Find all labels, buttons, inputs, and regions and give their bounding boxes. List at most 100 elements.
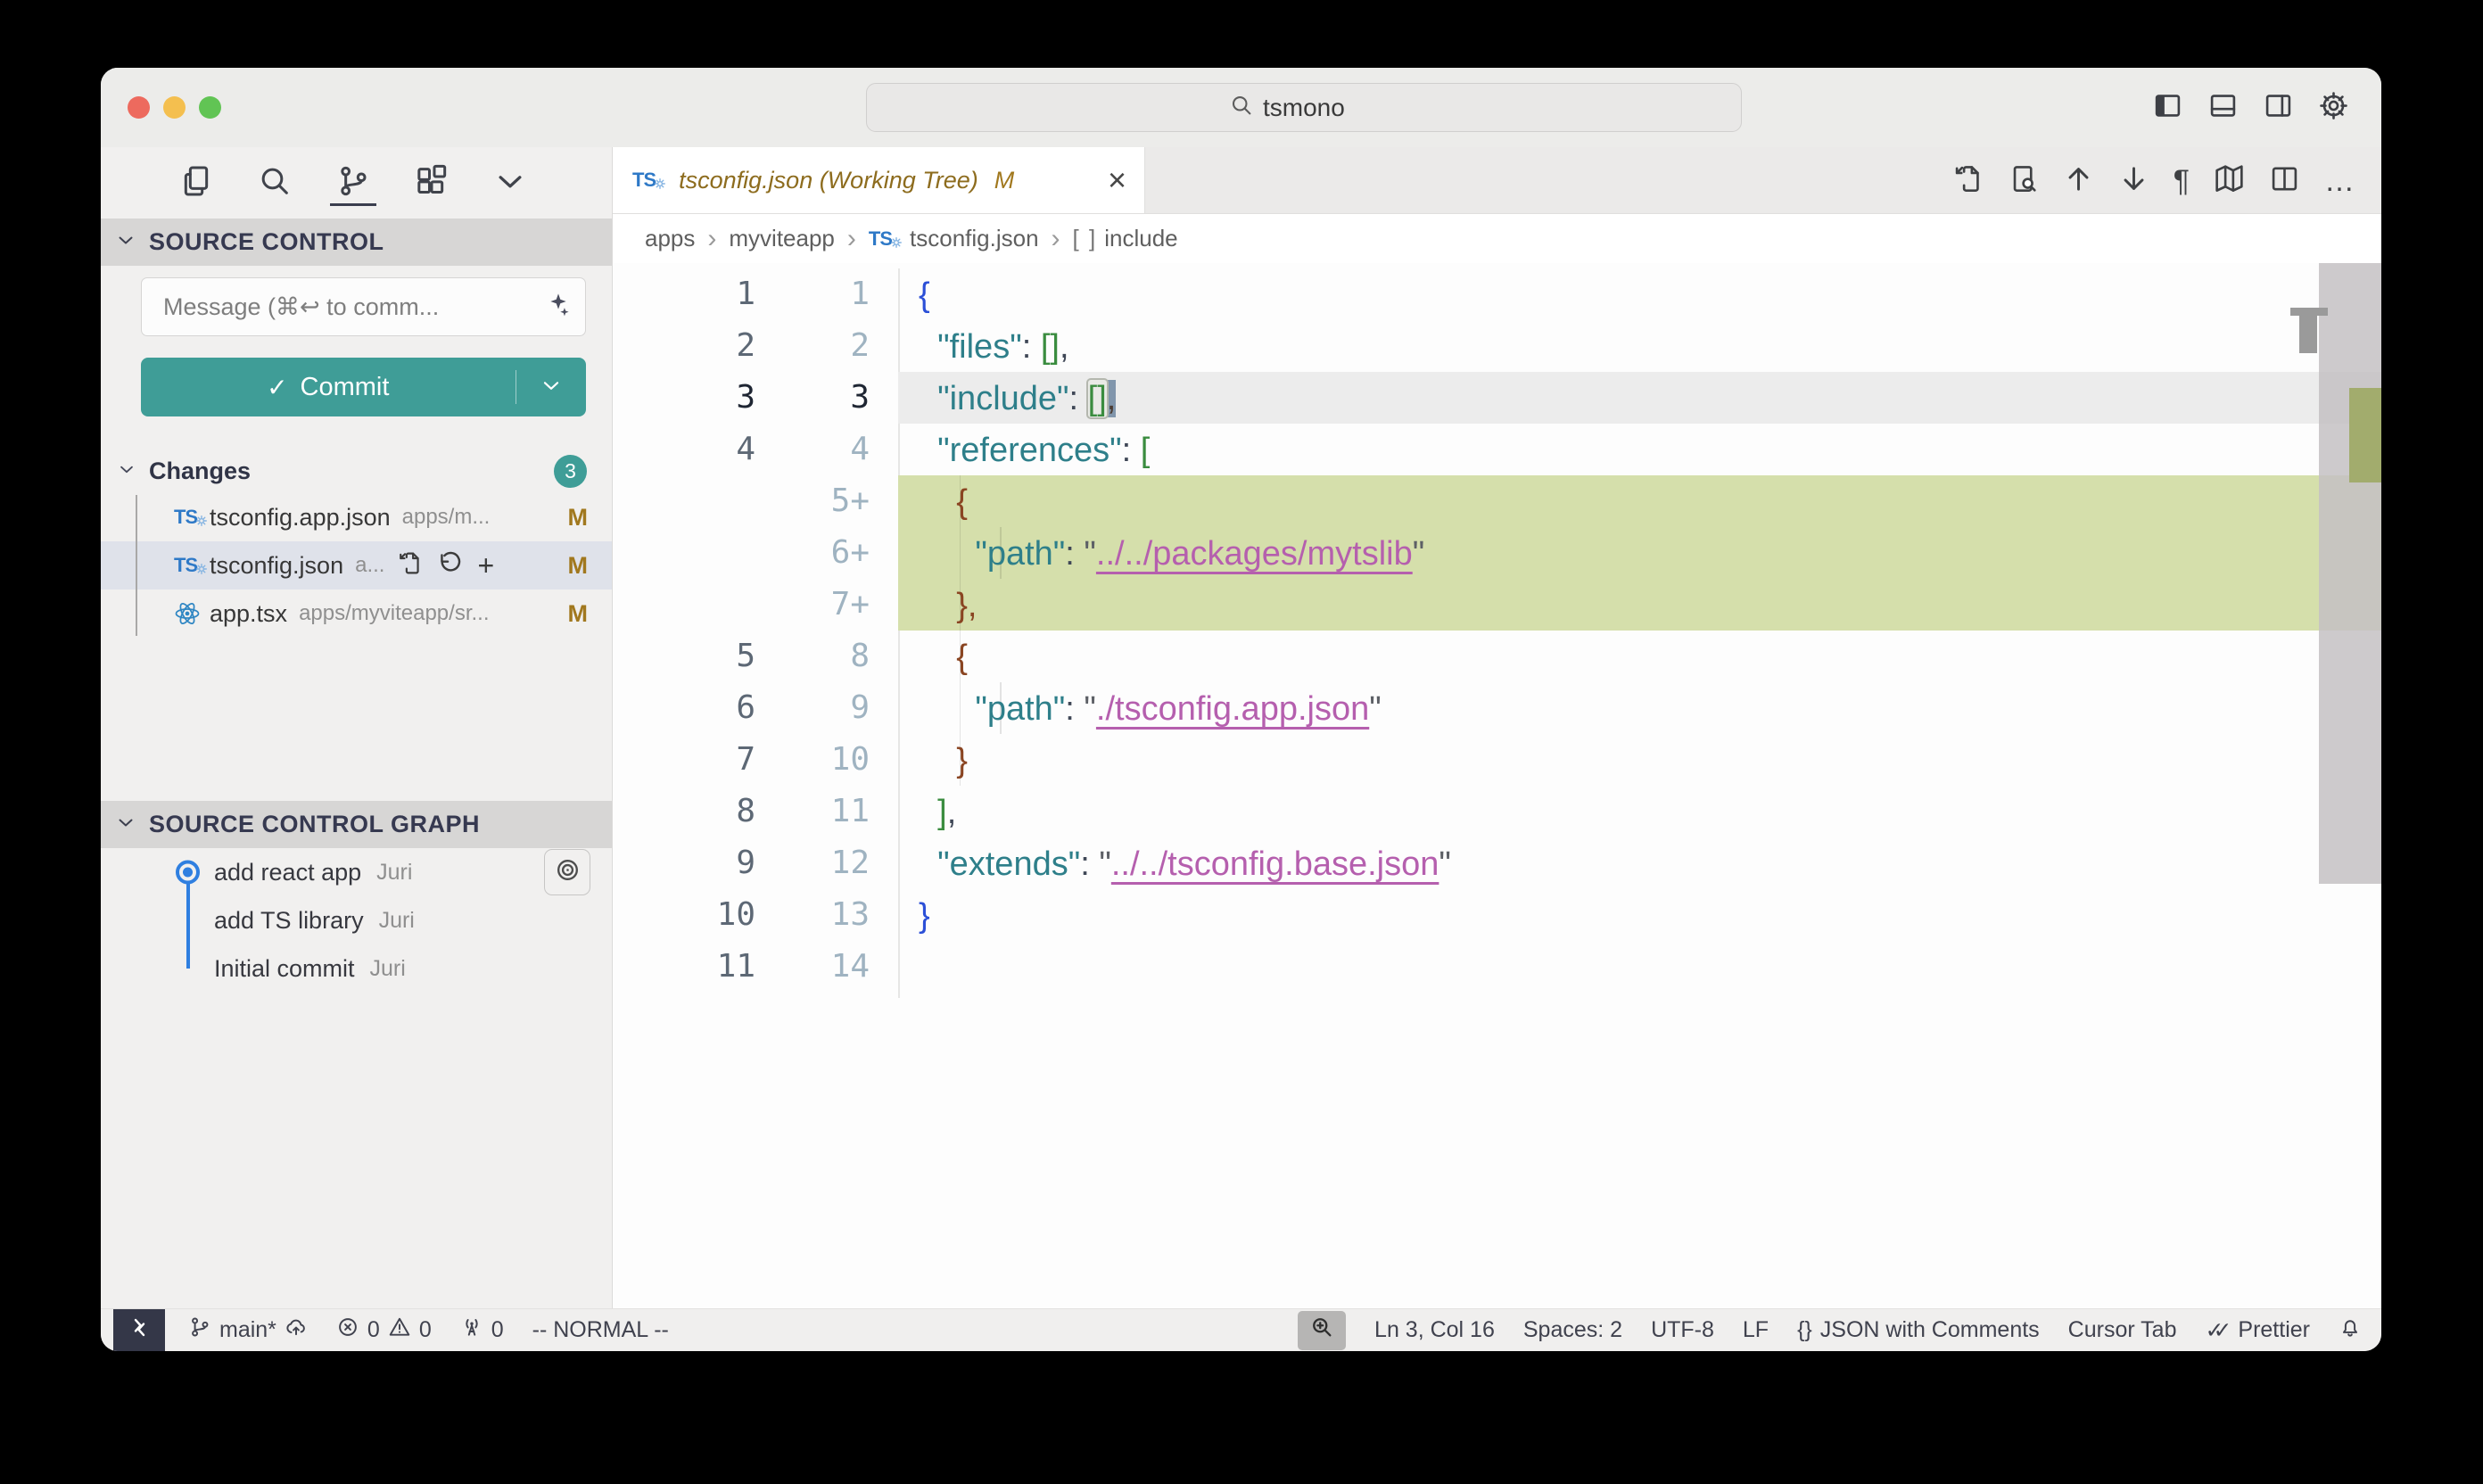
code-text: ], — [919, 786, 956, 837]
commit-row-3[interactable]: Initial commitJuri — [101, 944, 612, 993]
line-number-modified: 11 — [755, 786, 870, 837]
code-token: " — [1084, 690, 1096, 728]
code-text: "extends": "../../tsconfig.base.json" — [919, 837, 1451, 889]
code-token — [919, 742, 956, 779]
command-center-search[interactable] — [866, 83, 1742, 132]
ts-icon: TS — [174, 556, 210, 575]
code-token — [919, 328, 937, 366]
status-right-group: Ln 3, Col 16 Spaces: 2 UTF-8 LF {}JSON with … — [1298, 1311, 2362, 1350]
code-token — [919, 690, 975, 728]
search-editor-button[interactable] — [2008, 163, 2039, 199]
arrow-up-button[interactable] — [2063, 163, 2094, 199]
ts-icon: TS — [869, 229, 903, 249]
activity-item-search[interactable] — [255, 156, 294, 210]
remote-indicator[interactable] — [113, 1309, 165, 1352]
status-item-vim-mode[interactable]: -- NORMAL -- — [532, 1317, 669, 1343]
zoom-window-button[interactable] — [199, 96, 221, 119]
status-item-problems[interactable]: 00 — [336, 1315, 432, 1345]
activity-item-more[interactable] — [491, 156, 530, 210]
file-name: tsconfig.app.json — [210, 504, 391, 532]
code-line-13: 1013} — [613, 889, 2381, 941]
code-token: " — [1084, 535, 1096, 573]
code-line-10: 710 } — [613, 734, 2381, 786]
toggle-layout-sidebar-left-button[interactable] — [2152, 90, 2183, 126]
status-item-ports[interactable]: 0 — [460, 1315, 504, 1345]
activity-item-source-control[interactable] — [334, 156, 373, 210]
breadcrumb-item-apps[interactable]: apps — [645, 225, 695, 252]
toggle-layout-panel-button[interactable] — [2207, 90, 2239, 126]
split-editor-button[interactable] — [2269, 163, 2300, 199]
vim-block-cursor: , — [1107, 380, 1117, 417]
file-path: apps/myviteapp/sr... — [299, 601, 489, 626]
code-line-9: 69 "path": "./tsconfig.app.json" — [613, 682, 2381, 734]
close-window-button[interactable] — [128, 96, 150, 119]
title-bar — [101, 68, 2381, 147]
status-item-branch[interactable]: main* — [188, 1315, 308, 1345]
commit-button[interactable]: ✓ Commit — [141, 373, 516, 402]
file-row-tsconfig.json[interactable]: TStsconfig.jsona...+M — [101, 541, 612, 589]
line-number-modified: 8 — [755, 631, 870, 682]
status-item-cursor-tab[interactable]: Cursor Tab — [2068, 1317, 2177, 1343]
status-item-language-mode[interactable]: {}JSON with Comments — [1797, 1317, 2040, 1343]
status-item-cursor-position[interactable]: Ln 3, Col 16 — [1374, 1317, 1495, 1343]
code-token: " — [1439, 845, 1451, 883]
stage-button[interactable]: + — [477, 551, 494, 580]
search-input[interactable] — [1263, 94, 1379, 122]
code-token — [1078, 380, 1088, 417]
toggle-layout-sidebar-right-button[interactable] — [2263, 90, 2294, 126]
open-file-button[interactable] — [397, 550, 423, 581]
vertical-scrollbar[interactable] — [2319, 263, 2381, 884]
commit-row-1[interactable]: add react appJuri — [101, 848, 612, 896]
modified-badge: M — [568, 600, 589, 628]
line-number-modified: 6+ — [755, 527, 870, 579]
minimize-window-button[interactable] — [163, 96, 186, 119]
activity-item-explorer[interactable] — [177, 156, 216, 210]
layout-sidebar-left-icon — [2152, 110, 2183, 125]
close-icon[interactable]: × — [1108, 164, 1126, 196]
breadcrumb-label: apps — [645, 225, 695, 252]
activity-bar — [101, 147, 612, 218]
chevron-down-icon — [117, 459, 136, 483]
line-background — [898, 475, 2381, 527]
more-icon: … — [2324, 164, 2355, 198]
code-editor[interactable]: 11{22 "files": [],33 "include": [],44 "r… — [613, 263, 2381, 1308]
sparkle-icon[interactable] — [542, 291, 571, 324]
changes-section-header[interactable]: Changes 3 — [101, 449, 612, 493]
map-button[interactable] — [2214, 163, 2245, 199]
line-number-original: 7 — [613, 734, 755, 786]
tab-tsconfig-working-tree[interactable]: TS tsconfig.json (Working Tree) M × — [613, 147, 1145, 213]
breadcrumb-item-myviteapp[interactable]: myviteapp — [729, 225, 835, 252]
chevron-down-icon — [115, 812, 136, 837]
code-line-14: 1114 — [613, 941, 2381, 993]
goto-head-button[interactable] — [544, 849, 590, 895]
code-token — [1131, 432, 1141, 469]
source-control-section-header[interactable]: SOURCE CONTROL — [101, 218, 612, 266]
pilcrow-button[interactable]: ¶ — [2174, 166, 2190, 196]
code-text: { — [919, 631, 968, 682]
breadcrumb-item-tsconfig.json[interactable]: TStsconfig.json — [869, 225, 1039, 252]
commit-row-2[interactable]: add TS libraryJuri — [101, 896, 612, 944]
open-file-button[interactable] — [1952, 163, 1984, 199]
commit-dropdown-button[interactable] — [516, 374, 586, 401]
code-token: " — [1413, 535, 1425, 573]
discard-button[interactable] — [437, 550, 463, 581]
code-lines: 11{22 "files": [],33 "include": [],44 "r… — [613, 268, 2381, 993]
file-row-app.tsx[interactable]: app.tsxapps/myviteapp/sr...M — [101, 589, 612, 638]
status-item-notifications[interactable] — [2339, 1315, 2362, 1345]
chevron-down-icon — [540, 374, 563, 401]
status-item-zoom[interactable] — [1298, 1311, 1346, 1350]
status-item-prettier[interactable]: ✓✓Prettier — [2206, 1317, 2311, 1344]
status-item-encoding[interactable]: UTF-8 — [1651, 1317, 1714, 1343]
arrow-down-button[interactable] — [2118, 163, 2149, 199]
settings-button[interactable] — [2318, 90, 2349, 126]
commit-message-input[interactable] — [161, 293, 542, 322]
status-item-eol[interactable]: LF — [1743, 1317, 1769, 1343]
file-row-tsconfig.app.json[interactable]: TStsconfig.app.jsonapps/m...M — [101, 493, 612, 541]
code-token: ../../tsconfig.base.json — [1111, 845, 1439, 883]
modified-badge: M — [994, 167, 1015, 194]
more-button[interactable]: … — [2324, 166, 2355, 196]
breadcrumb-item-include[interactable]: [ ]include — [1073, 225, 1178, 252]
status-item-indentation[interactable]: Spaces: 2 — [1523, 1317, 1622, 1343]
activity-item-extensions[interactable] — [412, 156, 451, 210]
source-control-graph-header[interactable]: SOURCE CONTROL GRAPH — [101, 801, 612, 848]
